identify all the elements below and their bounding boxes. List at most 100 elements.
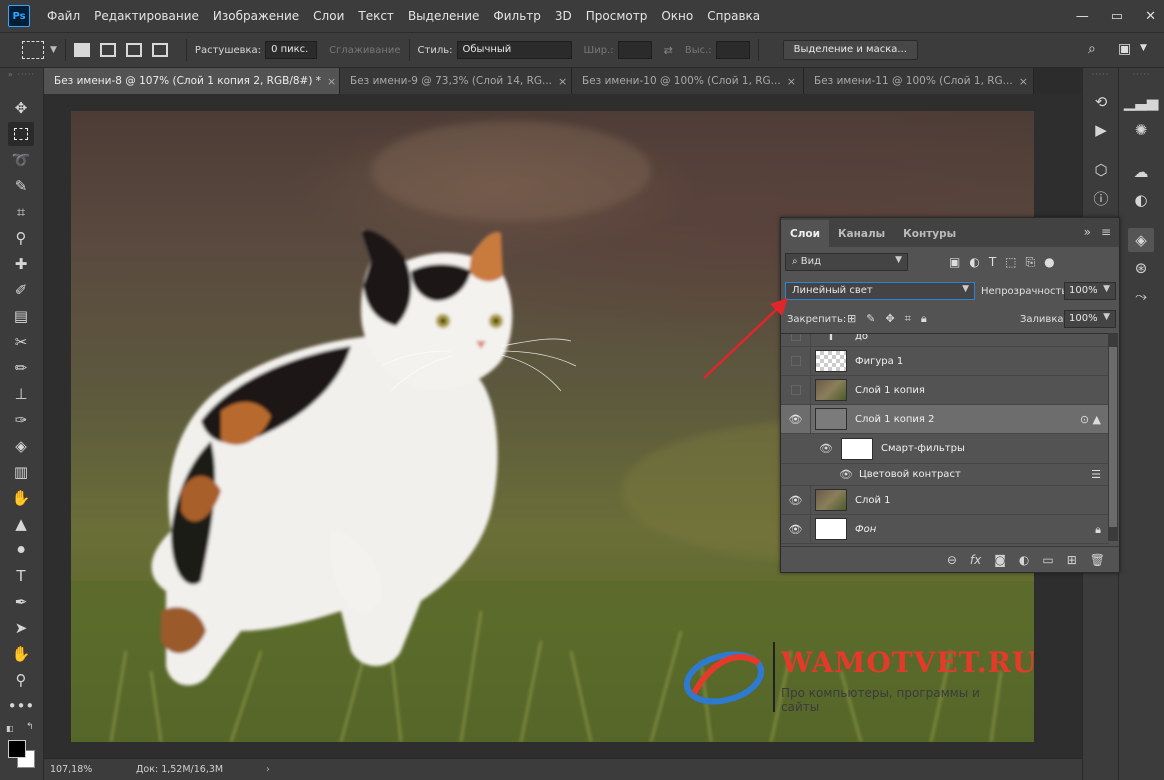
tab-channels[interactable]: Каналы — [829, 220, 894, 247]
menu-layers[interactable]: Слои — [306, 0, 351, 32]
lock-transparency-icon[interactable]: ⊞ — [847, 312, 856, 326]
art-history-brush-icon[interactable]: ✑ — [8, 408, 34, 432]
layer-row-shape[interactable]: Фигура 1 — [781, 347, 1109, 376]
chevron-down-icon[interactable]: ▼ — [50, 45, 57, 55]
smudge-tool-icon[interactable]: ✋ — [8, 486, 34, 510]
move-tool-icon[interactable]: ✥ — [8, 96, 34, 120]
eye-icon[interactable]: 👁︎ — [781, 468, 859, 481]
close-icon[interactable]: × — [1019, 75, 1028, 88]
feather-input[interactable]: 0 пикс. — [265, 41, 318, 59]
opacity-input[interactable]: 100% ▼ — [1064, 282, 1116, 300]
shape-filter-icon[interactable]: ⬚ — [1005, 255, 1016, 270]
paths-icon[interactable]: ⤳ — [1128, 284, 1154, 308]
menu-view[interactable]: Просмотр — [579, 0, 655, 32]
hand-tool-icon[interactable]: ✋ — [8, 642, 34, 666]
add-mask-icon[interactable]: ◙ — [994, 553, 1006, 567]
more-tools-icon[interactable]: ••• — [8, 694, 35, 718]
menu-type[interactable]: Текст — [351, 0, 401, 32]
layer-row-background[interactable]: 👁︎ Фон 🔒︎ — [781, 515, 1109, 544]
pixel-filter-icon[interactable]: ▣ — [949, 255, 960, 270]
menu-image[interactable]: Изображение — [206, 0, 306, 32]
dodge-tool-icon[interactable]: ⚫ — [8, 538, 34, 562]
lock-pixels-icon[interactable]: ✎ — [866, 312, 875, 326]
add-selection-icon[interactable] — [99, 43, 116, 57]
rectangular-marquee-tool-icon[interactable] — [8, 122, 34, 146]
close-icon[interactable]: × — [558, 75, 567, 88]
intersect-selection-icon[interactable] — [151, 43, 168, 57]
menu-help[interactable]: Справка — [700, 0, 767, 32]
delete-layer-icon[interactable]: 🗑︎ — [1090, 553, 1105, 567]
layer-row-copy[interactable]: Слой 1 копия — [781, 376, 1109, 405]
eyedropper-tool-icon[interactable]: ⚲ — [8, 226, 34, 250]
3d-icon[interactable]: ⬡ — [1088, 158, 1114, 182]
tab-document-10[interactable]: Без имени-10 @ 100% (Слой 1, RG... × — [572, 68, 804, 94]
adjustments-icon[interactable]: ◐ — [1128, 188, 1154, 212]
chevron-down-icon[interactable]: ▼ — [1140, 43, 1147, 53]
layer-row-text[interactable]: T до — [781, 334, 1109, 347]
workspace-icon[interactable]: ▣ — [1118, 41, 1131, 57]
search-icon[interactable]: ⌕ — [1088, 41, 1096, 57]
filter-row[interactable]: 👁︎ Цветовой контраст ☰ — [781, 464, 1109, 486]
new-adjustment-icon[interactable]: ◐ — [1019, 553, 1029, 567]
channels-icon[interactable]: ⊛ — [1128, 256, 1154, 280]
style-select[interactable]: Обычный — [456, 41, 572, 59]
healing-brush-tool-icon[interactable]: ✚ — [8, 252, 34, 276]
smart-filters-row[interactable]: 👁︎ Смарт-фильтры — [781, 434, 1109, 464]
history-brush-tool-icon[interactable]: ✂ — [8, 330, 34, 354]
panel-grip[interactable]: » ····· — [0, 68, 43, 82]
collapse-icon[interactable]: » — [1084, 225, 1091, 239]
close-window-button[interactable]: ✕ — [1145, 9, 1156, 24]
default-colors-icon[interactable]: ◧ — [6, 724, 14, 733]
tab-document-11[interactable]: Без имени-11 @ 100% (Слой 1, RG... × — [804, 68, 1034, 94]
adjustment-filter-icon[interactable]: ◐ — [969, 255, 979, 270]
actions-play-icon[interactable]: ▶ — [1088, 118, 1114, 142]
scrollbar-thumb[interactable] — [1109, 347, 1117, 527]
menu-window[interactable]: Окно — [654, 0, 700, 32]
sharpen-tool-icon[interactable]: ▲ — [8, 512, 34, 536]
height-input[interactable] — [715, 41, 750, 59]
lock-artboard-icon[interactable]: ⌗ — [905, 312, 911, 326]
close-icon[interactable]: × — [787, 75, 796, 88]
filter-toggle-icon[interactable]: ● — [1044, 255, 1054, 270]
swap-dimensions-icon[interactable]: ⇄ — [664, 44, 673, 57]
smart-object-filter-icon[interactable]: ⎘ — [1026, 255, 1036, 270]
new-selection-icon[interactable] — [73, 43, 90, 57]
menu-3d[interactable]: 3D — [548, 0, 579, 32]
filter-options-icon[interactable]: ☰ — [1091, 468, 1101, 481]
zoom-level-field[interactable]: 107,18% — [44, 764, 116, 775]
marquee-tool-preset-icon[interactable] — [22, 41, 44, 59]
brush-tool-icon[interactable]: ✐ — [8, 278, 34, 302]
info-icon[interactable]: ⓘ — [1088, 186, 1114, 210]
minimize-button[interactable]: — — [1076, 9, 1089, 24]
quick-selection-tool-icon[interactable]: ✎ — [8, 174, 34, 198]
lock-all-icon[interactable]: 🔒︎ — [921, 312, 927, 326]
lasso-tool-icon[interactable]: ➰ — [8, 148, 34, 172]
menu-edit[interactable]: Редактирование — [87, 0, 206, 32]
lock-position-icon[interactable]: ✥ — [885, 312, 894, 326]
histogram-icon[interactable]: ▁▃▅ — [1124, 90, 1159, 114]
clone-stamp-tool-icon[interactable]: ▤ — [8, 304, 34, 328]
subtract-selection-icon[interactable] — [125, 43, 142, 57]
pen-tool-icon[interactable]: ✒ — [8, 590, 34, 614]
type-tool-icon[interactable]: T — [8, 564, 34, 588]
new-group-icon[interactable]: ▭ — [1042, 553, 1053, 567]
swap-colors-icon[interactable]: ↰ — [26, 722, 34, 732]
tab-layers[interactable]: Слои — [781, 220, 829, 247]
new-layer-icon[interactable]: ⊞ — [1067, 553, 1077, 567]
eye-icon[interactable]: 👁︎ — [781, 442, 841, 455]
paint-brush-tool-icon[interactable]: ✏ — [8, 356, 34, 380]
panel-grip[interactable]: ····· — [1119, 68, 1164, 82]
restore-button[interactable]: ▭ — [1111, 9, 1123, 24]
tab-document-8[interactable]: Без имени-8 @ 107% (Слой 1 копия 2, RGB/… — [44, 68, 340, 94]
eraser-tool-icon[interactable]: ◈ — [8, 434, 34, 458]
tab-paths[interactable]: Контуры — [894, 220, 965, 247]
menu-file[interactable]: Файл — [40, 0, 87, 32]
layer-style-icon[interactable]: fx — [970, 553, 981, 567]
antialias-checkbox[interactable]: Сглаживание — [329, 45, 400, 56]
close-icon[interactable]: × — [327, 75, 336, 88]
path-selection-tool-icon[interactable]: ➤ — [8, 616, 34, 640]
panel-menu-icon[interactable]: ≡ — [1101, 225, 1111, 239]
layers-panel-icon[interactable]: ◈ — [1128, 228, 1154, 252]
blend-mode-select[interactable]: Линейный свет ▼ — [785, 282, 975, 300]
history-icon[interactable]: ⟲ — [1088, 90, 1114, 114]
